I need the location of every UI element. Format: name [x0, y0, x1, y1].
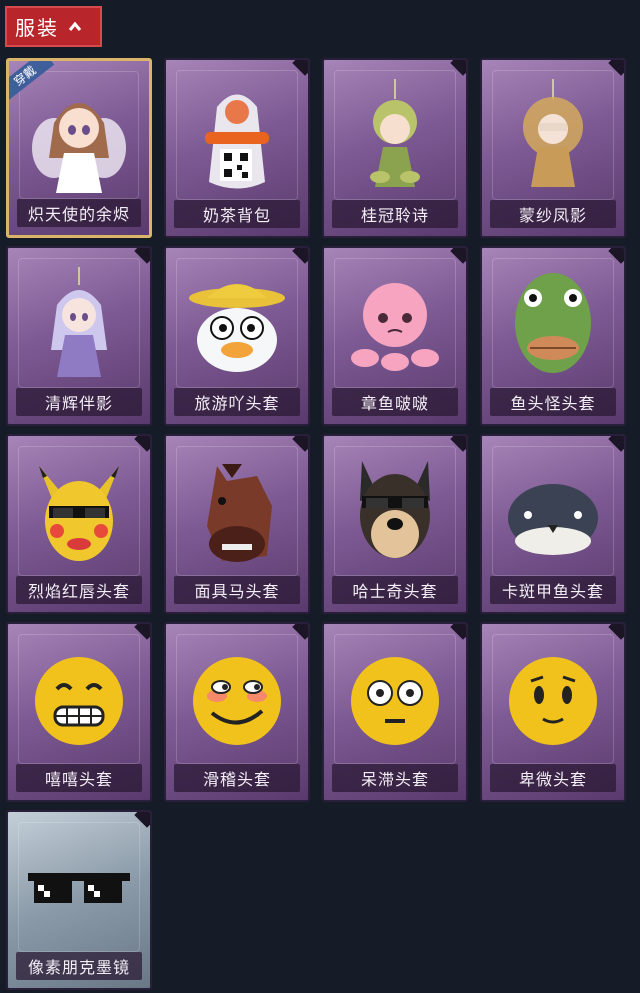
moonlight-figure-icon [8, 266, 150, 384]
costume-card[interactable]: 清辉伴影 [6, 246, 152, 426]
costume-label: 滑稽头套 [202, 770, 271, 789]
costume-label: 奶茶背包 [202, 206, 271, 225]
duck-hat-mask-icon [166, 266, 308, 384]
smirk-emoji-icon [166, 642, 308, 760]
costume-label: 卑微头套 [518, 770, 587, 789]
costume-card[interactable]: 呆滞头套 [322, 622, 468, 802]
costume-label: 鱼头怪头套 [510, 394, 596, 413]
costume-card[interactable]: 旅游吖头套 [164, 246, 310, 426]
humble-emoji-icon [482, 642, 624, 760]
veiled-phoenix-figure-icon [482, 78, 624, 196]
costume-card[interactable]: 烈焰红唇头套 [6, 434, 152, 614]
costume-label: 像素朋克墨镜 [27, 958, 130, 977]
costume-card[interactable]: 嘻嘻头套 [6, 622, 152, 802]
dazed-emoji-icon [324, 642, 466, 760]
chevron-up-icon [68, 21, 82, 31]
costume-card[interactable]: 桂冠聆诗 [322, 58, 468, 238]
costume-label: 呆滞头套 [360, 770, 429, 789]
costume-label: 桂冠聆诗 [360, 206, 429, 225]
octopus-icon [324, 266, 466, 384]
costume-card[interactable]: 奶茶背包 [164, 58, 310, 238]
turtle-mask-icon [482, 454, 624, 572]
costume-label: 清辉伴影 [44, 394, 113, 413]
grin-emoji-icon [8, 642, 150, 760]
costume-label: 旅游吖头套 [194, 394, 280, 413]
costume-card[interactable]: 滑稽头套 [164, 622, 310, 802]
horse-mask-icon [166, 454, 308, 572]
costume-card[interactable]: 鱼头怪头套 [480, 246, 626, 426]
costume-card[interactable]: 卑微头套 [480, 622, 626, 802]
laurel-figure-icon [324, 78, 466, 196]
costume-label: 面具马头套 [194, 582, 280, 601]
costume-card[interactable]: 穿戴 炽天使的余烬 [6, 58, 152, 238]
yellow-mouse-mask-icon [8, 454, 150, 572]
costume-label: 炽天使的余烬 [27, 205, 130, 224]
fish-head-mask-icon [482, 266, 624, 384]
angel-figure-icon [9, 79, 149, 197]
costume-card[interactable]: 卡斑甲鱼头套 [480, 434, 626, 614]
costume-card[interactable]: 蒙纱凤影 [480, 58, 626, 238]
pixel-sunglasses-icon [8, 830, 150, 948]
costume-label: 烈焰红唇头套 [27, 582, 130, 601]
costume-label: 章鱼啵啵 [360, 394, 429, 413]
costume-label: 卡斑甲鱼头套 [501, 582, 604, 601]
section-title: 服装 [15, 16, 59, 40]
costume-section-header[interactable]: 服装 [5, 6, 102, 47]
costume-card[interactable]: 哈士奇头套 [322, 434, 468, 614]
costume-label: 哈士奇头套 [352, 582, 438, 601]
costume-label: 蒙纱凤影 [518, 206, 587, 225]
milk-tea-backpack-icon [166, 78, 308, 196]
costume-label: 嘻嘻头套 [44, 770, 113, 789]
costume-card[interactable]: 像素朋克墨镜 [6, 810, 152, 990]
costume-card[interactable]: 章鱼啵啵 [322, 246, 468, 426]
costume-card[interactable]: 面具马头套 [164, 434, 310, 614]
husky-mask-icon [324, 454, 466, 572]
costume-grid: 穿戴 炽天使的余烬 奶茶背包 桂冠聆诗 蒙纱凤影 清辉伴影 旅游吖头套 章鱼啵啵… [6, 58, 626, 990]
